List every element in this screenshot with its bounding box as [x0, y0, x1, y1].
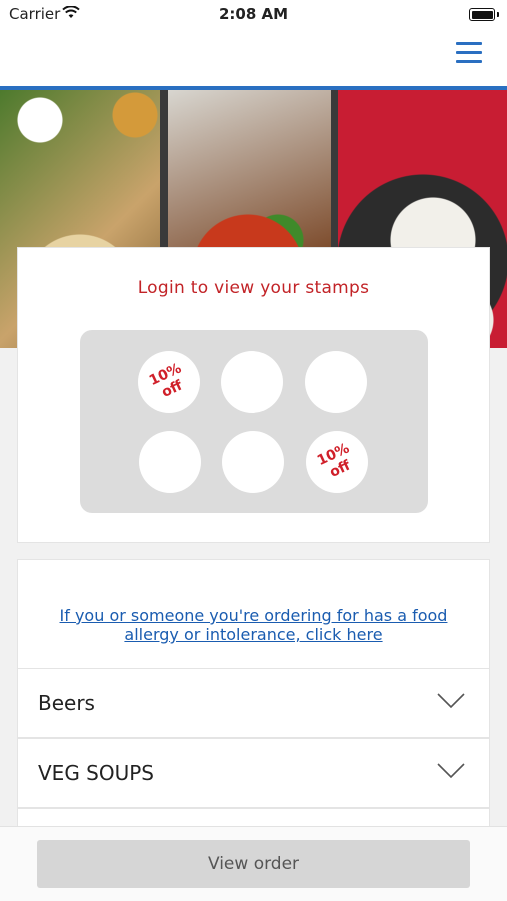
chevron-down-icon: [437, 693, 465, 709]
stamp-discount-label: 10% off: [147, 360, 186, 401]
loyalty-stamp-card: Login to view your stamps 10% off 10% of…: [18, 248, 489, 542]
battery-icon: [469, 8, 499, 21]
allergy-info-link[interactable]: If you or someone you're ordering for ha…: [38, 606, 469, 644]
stamp-slot-6: 10% off: [306, 431, 368, 493]
chevron-down-icon: [437, 763, 465, 779]
stamp-slot-2: [221, 351, 283, 413]
category-label: VEG SOUPS: [38, 761, 155, 785]
stamp-slot-4: [139, 431, 201, 493]
stamp-discount-label: 10% off: [315, 440, 354, 481]
stamp-slot-1: 10% off: [138, 351, 200, 413]
allergy-info-card: If you or someone you're ordering for ha…: [18, 560, 489, 668]
login-to-view-stamps-link[interactable]: Login to view your stamps: [18, 278, 489, 298]
category-label: Beers: [38, 691, 95, 715]
stamp-slot-3: [305, 351, 367, 413]
top-navigation-bar: [0, 30, 507, 90]
category-beers[interactable]: Beers: [18, 669, 489, 737]
status-bar: Carrier 2:08 AM: [0, 0, 507, 30]
hamburger-menu-icon[interactable]: [456, 41, 482, 65]
stamp-slot-5: [222, 431, 284, 493]
view-order-button[interactable]: View order: [37, 840, 470, 888]
bottom-action-bar: View order: [0, 826, 507, 901]
category-veg-soups[interactable]: VEG SOUPS: [18, 739, 489, 807]
clock: 2:08 AM: [218, 5, 289, 23]
stamp-grid: 10% off 10% off: [80, 330, 428, 513]
